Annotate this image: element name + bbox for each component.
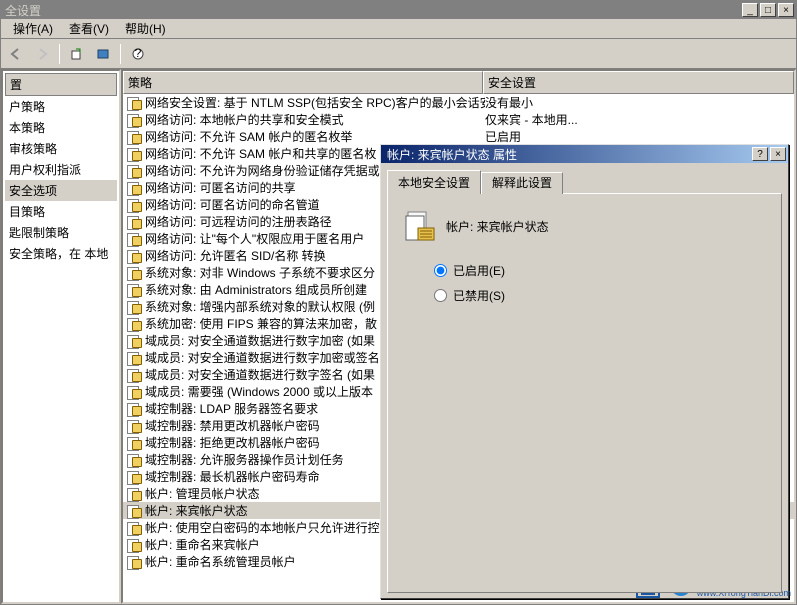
policy-icon (126, 521, 142, 535)
properties-dialog: 帐户: 来宾帐户状态 属性 ? × 本地安全设置 解释此设置 帐户: 来宾帐户状… (380, 144, 789, 599)
policy-icon (126, 555, 142, 569)
policy-icon (126, 504, 142, 518)
policy-icon (126, 147, 142, 161)
policy-row-0[interactable]: 网络安全设置: 基于 NTLM SSP(包括安全 RPC)客户的最小会话安全没有… (123, 94, 794, 111)
policy-icon (126, 402, 142, 416)
tab-local-security[interactable]: 本地安全设置 (387, 170, 481, 194)
menu-help[interactable]: 帮助(H) (117, 18, 174, 39)
policy-icon (126, 487, 142, 501)
policy-row-1[interactable]: 网络访问: 本地帐户的共享和安全模式仅来宾 - 本地用... (123, 111, 794, 128)
policy-name: 网络安全设置: 基于 NTLM SSP(包括安全 RPC)客户的最小会话安全 (145, 94, 485, 111)
policy-icon (126, 181, 142, 195)
radio-enabled-input[interactable] (434, 264, 447, 277)
forward-button[interactable] (31, 43, 53, 65)
radio-enabled-label: 已启用(E) (453, 262, 505, 279)
dialog-close-button[interactable]: × (770, 147, 786, 161)
policy-icon (126, 96, 142, 110)
menu-view[interactable]: 查看(V) (61, 18, 117, 39)
policy-icon (126, 317, 142, 331)
policy-icon (126, 130, 142, 144)
tree-item-4[interactable]: 安全选项 (5, 180, 117, 201)
policy-icon (126, 334, 142, 348)
main-title-bar: 全设置 _ □ × (1, 1, 796, 19)
property-heading: 帐户: 来宾帐户状态 (446, 218, 549, 235)
tree-panel: 置 户策略本策略审核策略用户权利指派安全选项目策略匙限制策略安全策略，在 本地 (1, 69, 121, 604)
dialog-title-bar: 帐户: 来宾帐户状态 属性 ? × (381, 145, 788, 163)
dialog-title: 帐户: 来宾帐户状态 属性 (383, 146, 750, 163)
dialog-body: 本地安全设置 解释此设置 帐户: 来宾帐户状态 已启用(E) (381, 163, 788, 599)
policy-row-2[interactable]: 网络访问: 不允许 SAM 帐户的匿名枚举已启用 (123, 128, 794, 145)
tree-item-1[interactable]: 本策略 (5, 117, 117, 138)
policy-icon (126, 283, 142, 297)
window-title: 全设置 (3, 2, 740, 19)
policy-icon (126, 419, 142, 433)
maximize-button[interactable]: □ (760, 3, 776, 17)
policy-name: 网络访问: 本地帐户的共享和安全模式 (145, 111, 485, 128)
minimize-button[interactable]: _ (742, 3, 758, 17)
property-header: 帐户: 来宾帐户状态 (404, 210, 765, 242)
help-button[interactable]: ? (127, 43, 149, 65)
tab-explain[interactable]: 解释此设置 (481, 172, 563, 194)
radio-disabled-input[interactable] (434, 289, 447, 302)
policy-icon (126, 249, 142, 263)
refresh-button[interactable] (92, 43, 114, 65)
policy-icon (126, 351, 142, 365)
policy-icon (126, 538, 142, 552)
tree-item-7[interactable]: 安全策略，在 本地 (5, 243, 117, 264)
policy-icon (126, 470, 142, 484)
policy-large-icon (404, 210, 436, 242)
policy-icon (126, 300, 142, 314)
list-header: 策略 安全设置 (123, 71, 794, 94)
toolbar-separator-2 (120, 44, 121, 64)
radio-disabled-label: 已禁用(S) (453, 287, 505, 304)
policy-name: 网络访问: 不允许 SAM 帐户的匿名枚举 (145, 128, 485, 145)
tree-item-2[interactable]: 审核策略 (5, 138, 117, 159)
policy-icon (126, 198, 142, 212)
back-button[interactable] (5, 43, 27, 65)
tab-content: 帐户: 来宾帐户状态 已启用(E) 已禁用(S) (387, 193, 782, 593)
policy-value: 没有最小 (485, 94, 791, 111)
window-controls: _ □ × (740, 3, 794, 17)
policy-icon (126, 266, 142, 280)
policy-icon (126, 368, 142, 382)
tree-item-6[interactable]: 匙限制策略 (5, 222, 117, 243)
tree-item-3[interactable]: 用户权利指派 (5, 159, 117, 180)
dialog-help-button[interactable]: ? (752, 147, 768, 161)
toolbar-separator (59, 44, 60, 64)
toolbar: ? (1, 39, 796, 69)
column-policy[interactable]: 策略 (123, 71, 483, 94)
policy-icon (126, 164, 142, 178)
policy-value: 仅来宾 - 本地用... (485, 111, 791, 128)
menu-bar: 操作(A) 查看(V) 帮助(H) (1, 19, 796, 39)
policy-icon (126, 113, 142, 127)
close-button[interactable]: × (778, 3, 794, 17)
tree-item-5[interactable]: 目策略 (5, 201, 117, 222)
tree-item-0[interactable]: 户策略 (5, 96, 117, 117)
policy-icon (126, 232, 142, 246)
export-button[interactable] (66, 43, 88, 65)
tree-header: 置 (5, 73, 117, 96)
policy-icon (126, 436, 142, 450)
column-setting[interactable]: 安全设置 (483, 71, 794, 94)
menu-action[interactable]: 操作(A) (5, 18, 61, 39)
radio-disabled[interactable]: 已禁用(S) (434, 287, 765, 304)
tab-strip: 本地安全设置 解释此设置 (387, 170, 782, 194)
policy-icon (126, 215, 142, 229)
policy-value: 已启用 (485, 128, 791, 145)
radio-group: 已启用(E) 已禁用(S) (434, 262, 765, 304)
radio-enabled[interactable]: 已启用(E) (434, 262, 765, 279)
policy-icon (126, 453, 142, 467)
svg-text:?: ? (135, 47, 142, 60)
policy-icon (126, 385, 142, 399)
